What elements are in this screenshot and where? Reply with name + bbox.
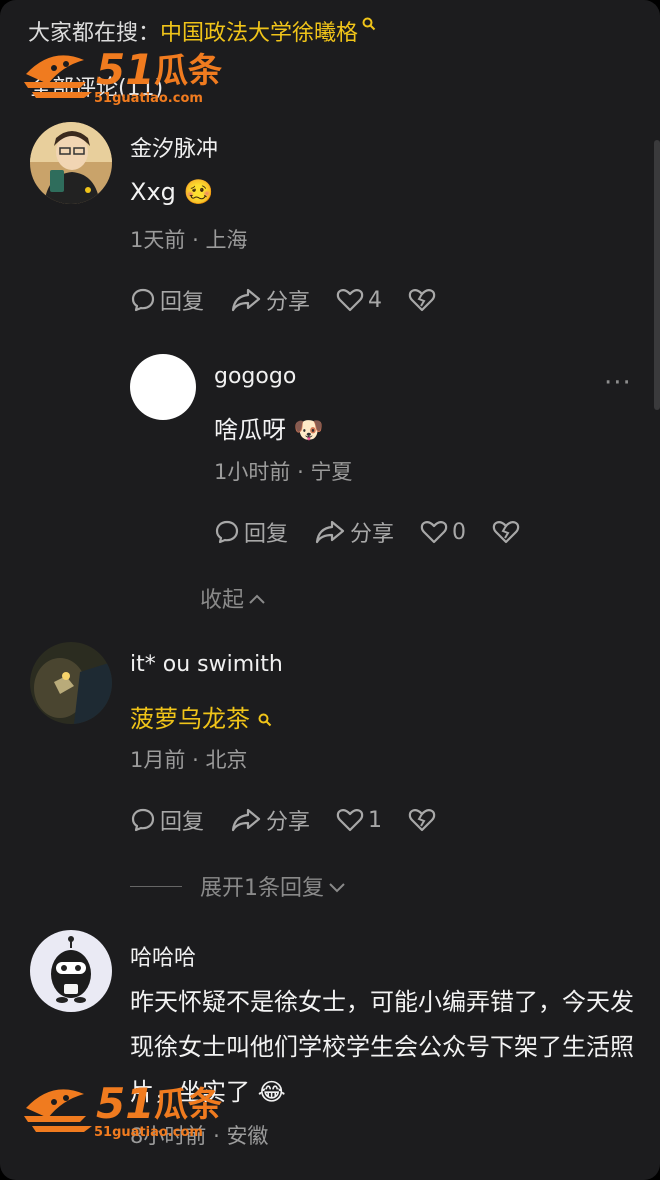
comments-panel: 大家都在搜： 中国政法大学徐曦格 全部评论(11) 51 瓜条 51guatia… — [0, 0, 660, 1180]
timestamp: 1月前 — [130, 748, 186, 772]
svg-text:瓜条: 瓜条 — [154, 51, 222, 91]
dislike-button[interactable] — [408, 287, 436, 313]
comment-meta: 1天前 · 上海 — [130, 224, 247, 254]
reply-label: 回复 — [160, 810, 205, 835]
like-count: 1 — [368, 807, 383, 833]
emoji: 🥴 — [183, 178, 214, 206]
comment-meta: 1月前 · 北京 — [130, 744, 247, 774]
chevron-down-icon — [328, 874, 346, 899]
search-icon — [362, 17, 376, 35]
share-label: 分享 — [350, 522, 395, 547]
reply-icon — [214, 519, 240, 545]
search-icon — [258, 705, 272, 733]
comment-meta: 1小时前 · 宁夏 — [214, 456, 352, 486]
expand-replies-button[interactable]: 展开1条回复 — [130, 870, 346, 902]
collapse-label: 收起 — [200, 588, 245, 613]
chevron-up-icon — [248, 586, 266, 611]
more-options-icon[interactable]: ··· — [604, 368, 632, 398]
reply-button[interactable]: 回复 — [214, 516, 288, 548]
share-label: 分享 — [266, 810, 311, 835]
broken-heart-icon — [492, 519, 520, 545]
svg-text:瓜条: 瓜条 — [154, 1085, 222, 1125]
avatar[interactable] — [30, 930, 112, 1012]
search-link-text[interactable]: 菠萝乌龙茶 — [130, 705, 250, 733]
share-button[interactable]: 分享 — [230, 804, 310, 836]
collapse-replies-button[interactable]: 收起 — [200, 582, 266, 614]
username[interactable]: 哈哈哈 — [130, 940, 196, 972]
reply-icon — [130, 807, 156, 833]
timestamp: 1天前 — [130, 228, 186, 252]
watermark-logo: 51 瓜条 51guatiao.com — [22, 1072, 252, 1142]
reply-button[interactable]: 回复 — [130, 804, 204, 836]
share-icon — [230, 287, 262, 313]
expand-label: 展开1条回复 — [200, 876, 324, 901]
heart-icon — [336, 807, 364, 833]
svg-text:51: 51 — [96, 1079, 154, 1128]
username[interactable]: 金汐脉冲 — [130, 131, 218, 163]
location: 北京 — [205, 748, 248, 772]
share-icon — [314, 519, 346, 545]
broken-heart-icon — [408, 287, 436, 313]
svg-text:51guatiao.com: 51guatiao.com — [94, 1125, 203, 1140]
broken-heart-icon — [408, 807, 436, 833]
reply-icon — [130, 287, 156, 313]
watermark-logo: 51 瓜条 51guatiao.com — [22, 38, 252, 108]
timestamp: 1小时前 — [214, 460, 291, 484]
like-count: 4 — [368, 287, 383, 313]
comment-text: Xxg 🥴 — [130, 178, 213, 206]
comment-text: 啥瓜呀 🐶 — [214, 410, 324, 445]
separator: · — [192, 748, 199, 772]
comment-text[interactable]: 菠萝乌龙茶 — [130, 699, 272, 734]
avatar[interactable] — [30, 642, 112, 724]
like-button[interactable]: 1 — [336, 807, 382, 833]
comment-actions: 回复 分享 4 — [130, 284, 436, 316]
divider — [130, 885, 182, 887]
reply-label: 回复 — [160, 290, 205, 315]
reply-label: 回复 — [244, 522, 289, 547]
separator: · — [297, 460, 304, 484]
reply-button[interactable]: 回复 — [130, 284, 204, 316]
like-button[interactable]: 0 — [420, 519, 466, 545]
comment-actions: 回复 分享 0 — [214, 516, 520, 548]
svg-text:51guatiao.com: 51guatiao.com — [94, 91, 203, 106]
share-button[interactable]: 分享 — [314, 516, 394, 548]
like-count: 0 — [452, 519, 467, 545]
dislike-button[interactable] — [492, 519, 520, 545]
emoji: 😂 — [257, 1078, 286, 1106]
dislike-button[interactable] — [408, 807, 436, 833]
share-icon — [230, 807, 262, 833]
heart-icon — [336, 287, 364, 313]
avatar[interactable] — [30, 122, 112, 204]
location: 上海 — [205, 228, 248, 252]
comment-actions: 回复 分享 1 — [130, 804, 436, 836]
username[interactable]: it* ou swimith — [130, 652, 283, 677]
share-label: 分享 — [266, 290, 311, 315]
avatar[interactable] — [130, 354, 196, 420]
share-button[interactable]: 分享 — [230, 284, 310, 316]
comment-text-value: Xxg — [130, 178, 176, 206]
heart-icon — [420, 519, 448, 545]
like-button[interactable]: 4 — [336, 287, 382, 313]
separator: · — [192, 228, 199, 252]
username[interactable]: gogogo — [214, 364, 296, 389]
scrollbar[interactable] — [654, 140, 660, 410]
svg-text:51: 51 — [96, 45, 154, 94]
comment-text-value: 啥瓜呀 — [214, 416, 286, 444]
location: 宁夏 — [310, 460, 353, 484]
emoji: 🐶 — [293, 416, 324, 444]
